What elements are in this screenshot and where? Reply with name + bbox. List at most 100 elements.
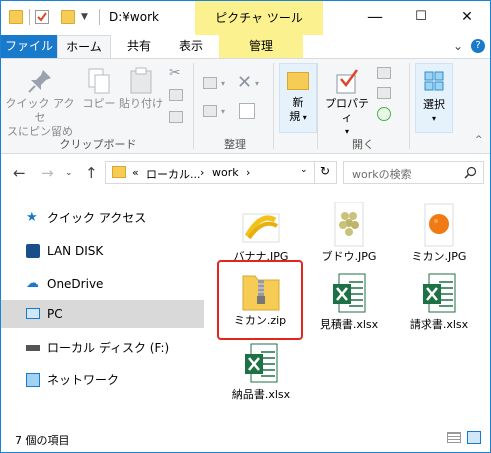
- network-icon: [26, 373, 40, 387]
- breadcrumb-local[interactable]: ローカル...: [146, 166, 201, 182]
- maximize-button[interactable]: ☐: [398, 1, 444, 35]
- new-folder-quick-icon[interactable]: [61, 10, 75, 24]
- file-item[interactable]: 納品書.xlsx: [217, 336, 305, 416]
- move-to-icon[interactable]: [203, 77, 217, 89]
- folder-icon: [112, 166, 126, 178]
- excel-file-icon: [333, 273, 366, 313]
- copy-path-icon[interactable]: [169, 89, 183, 101]
- copy-button[interactable]: コピー: [81, 63, 117, 123]
- pin-icon: [28, 70, 51, 93]
- folder-icon: [9, 10, 23, 24]
- paste-button[interactable]: 貼り付け: [119, 63, 163, 123]
- nav-item-lan-disk[interactable]: LAN DISK: [1, 237, 204, 265]
- collapse-ribbon-icon[interactable]: ^: [475, 135, 483, 145]
- new-label-line2: 規: [289, 110, 301, 123]
- properties-icon: [336, 69, 359, 94]
- select-label: 選択: [423, 98, 445, 111]
- file-item-selected[interactable]: ミカン.zip: [217, 260, 303, 340]
- new-button[interactable]: 新 規 ▾: [279, 63, 317, 133]
- close-button[interactable]: ✕: [444, 1, 490, 35]
- new-folder-icon: [287, 72, 309, 90]
- nav-item-local-disk[interactable]: ローカル ディスク (F:): [1, 334, 204, 362]
- refresh-icon[interactable]: ↻: [320, 164, 330, 178]
- up-arrow-icon[interactable]: ↑: [85, 164, 98, 182]
- copy-icon: [88, 68, 110, 94]
- file-list: バナナ.JPG ブドウ.JPG ミカン.JPG ミカン.zip 見積書.xlsx…: [207, 190, 490, 422]
- clipboard-group-label: クリップボード: [59, 138, 137, 151]
- chevron-down-icon[interactable]: ▾: [221, 107, 225, 116]
- properties-label: プロパティ: [325, 97, 369, 124]
- file-item[interactable]: 請求書.xlsx: [395, 266, 483, 346]
- breadcrumb-overflow[interactable]: «: [132, 166, 139, 179]
- star-icon: ★: [26, 210, 38, 225]
- item-count: 7 個の項目: [15, 434, 70, 447]
- details-view-icon[interactable]: [447, 432, 461, 443]
- excel-file-icon: [245, 343, 278, 383]
- computer-icon: [26, 308, 40, 319]
- edit-icon[interactable]: [377, 87, 391, 99]
- copy-to-icon[interactable]: [203, 105, 217, 117]
- select-button[interactable]: 選択 ▾: [415, 63, 453, 133]
- nav-item-label: ローカル ディスク (F:): [47, 341, 170, 355]
- breadcrumb-sep[interactable]: ›: [246, 166, 250, 179]
- tab-share[interactable]: 共有: [115, 35, 163, 58]
- properties-quick-icon[interactable]: [35, 10, 49, 24]
- tab-view[interactable]: 表示: [167, 35, 215, 58]
- clipboard-icon: [130, 67, 152, 94]
- group-separator: [409, 63, 410, 149]
- rename-icon[interactable]: [239, 103, 255, 119]
- back-arrow-icon[interactable]: ←: [13, 164, 26, 182]
- tab-home[interactable]: ホーム: [57, 35, 111, 58]
- drive-icon: [26, 345, 40, 351]
- explorer-window: ▼ D:¥work ピクチャ ツール — ☐ ✕ ファイル ホーム 共有 表示 …: [0, 0, 491, 453]
- chevron-down-icon[interactable]: ⌄: [300, 165, 308, 175]
- zip-folder-icon: [242, 275, 280, 311]
- tab-manage[interactable]: 管理: [219, 35, 303, 58]
- open-group-label: 開く: [352, 138, 374, 151]
- nav-item-pc[interactable]: PC: [1, 300, 204, 328]
- nav-item-label: ネットワーク: [47, 373, 120, 387]
- file-name: ミカン.zip: [233, 314, 287, 327]
- search-icon: [464, 166, 477, 179]
- separator: [314, 162, 315, 183]
- tab-file[interactable]: ファイル: [1, 35, 57, 58]
- nav-item-network[interactable]: ネットワーク: [1, 366, 204, 394]
- organize-group-label: 整理: [224, 138, 246, 151]
- chevron-down-icon[interactable]: ⌄: [453, 39, 463, 53]
- minimize-button[interactable]: —: [352, 1, 398, 35]
- chevron-down-icon[interactable]: ▾: [221, 79, 225, 88]
- nav-item-label: LAN DISK: [47, 244, 104, 258]
- image-thumbnail-icon: [242, 213, 280, 243]
- nav-item-onedrive[interactable]: ☁ OneDrive: [1, 270, 204, 298]
- large-icons-view-icon[interactable]: [467, 431, 481, 444]
- help-icon[interactable]: ?: [471, 39, 485, 53]
- file-name: ブドウ.JPG: [321, 250, 377, 263]
- delete-icon[interactable]: ✕: [237, 72, 252, 93]
- navigation-pane: ★ クイック アクセス LAN DISK ☁ OneDrive PC ローカル …: [1, 190, 204, 422]
- pin-quick-access-button[interactable]: クイック アクセ スにピン留め: [5, 63, 75, 138]
- ribbon-panel: クイック アクセ スにピン留め コピー 貼り付け ✂ クリップボード ▾ ▾ ✕…: [1, 58, 490, 154]
- search-box[interactable]: workの検索: [343, 161, 484, 184]
- file-name: ミカン.JPG: [411, 250, 467, 263]
- recent-locations-icon[interactable]: ⌄: [65, 168, 73, 178]
- breadcrumb-sep[interactable]: ›: [200, 166, 204, 179]
- group-separator: [317, 63, 318, 149]
- address-bar[interactable]: « ローカル... › work › ⌄ ↻: [105, 161, 337, 184]
- pin-label-line1: クイック アクセ: [5, 97, 75, 124]
- history-icon[interactable]: [377, 107, 391, 121]
- open-icon[interactable]: [377, 67, 391, 79]
- chevron-down-icon[interactable]: ▾: [255, 79, 259, 88]
- breadcrumb-work[interactable]: work: [212, 166, 239, 179]
- file-item[interactable]: 見積書.xlsx: [305, 266, 393, 346]
- file-name: 請求書.xlsx: [409, 318, 469, 331]
- image-thumbnail-icon: [424, 203, 454, 247]
- chevron-down-icon: ▾: [431, 114, 436, 123]
- status-bar: 7 個の項目: [1, 424, 490, 452]
- properties-button[interactable]: プロパティ ▾: [321, 63, 373, 136]
- nav-item-quick-access[interactable]: ★ クイック アクセス: [1, 204, 204, 232]
- forward-arrow-icon[interactable]: →: [41, 164, 54, 182]
- chevron-down-icon[interactable]: ▼: [81, 12, 88, 22]
- cut-icon[interactable]: ✂: [169, 65, 181, 81]
- paste-shortcut-icon[interactable]: [169, 111, 183, 123]
- search-input[interactable]: workの検索: [352, 166, 412, 182]
